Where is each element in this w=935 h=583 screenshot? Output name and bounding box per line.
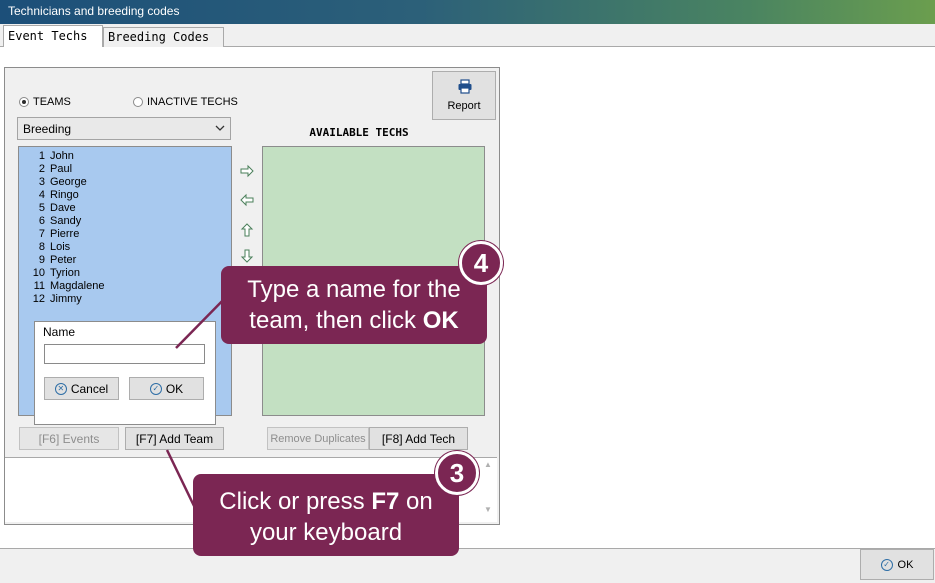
- radio-teams[interactable]: TEAMS: [19, 96, 71, 108]
- name-label: Name: [43, 325, 76, 339]
- step3-line1: Click or press F7 on: [219, 488, 433, 515]
- step3-callout: Click or press F7 on your keyboard: [193, 474, 459, 556]
- team-name-input[interactable]: [44, 344, 205, 364]
- team-number: 4: [38, 189, 45, 201]
- move-up-arrow-icon[interactable]: [239, 222, 255, 238]
- cancel-label: Cancel: [70, 381, 109, 396]
- check-icon: ✓: [880, 558, 893, 571]
- add-tech-button[interactable]: [F8] Add Tech: [369, 427, 468, 450]
- radio-inactive-label: INACTIVE TECHS: [147, 96, 238, 108]
- team-number: 5: [38, 202, 45, 214]
- team-name: Tyrion: [50, 267, 80, 279]
- radio-teams-indicator: [19, 97, 29, 107]
- team-name: Peter: [50, 254, 77, 266]
- ok-button[interactable]: ✓ OK: [860, 549, 934, 580]
- team-number: 10: [32, 267, 45, 279]
- team-row[interactable]: 8 Lois: [19, 241, 70, 254]
- report-label: Report: [447, 100, 481, 112]
- team-number: 12: [32, 293, 45, 305]
- team-row[interactable]: 5 Dave: [19, 202, 76, 215]
- team-name: George: [50, 176, 87, 188]
- tab-event-techs[interactable]: Event Techs: [3, 25, 103, 47]
- move-left-arrow-icon[interactable]: [239, 192, 255, 208]
- team-name: Pierre: [50, 228, 80, 240]
- team-name: Sandy: [50, 215, 82, 227]
- available-techs-title: AVAILABLE TECHS: [309, 126, 409, 139]
- report-button[interactable]: Report: [432, 71, 496, 120]
- team-name: Dave: [50, 202, 76, 214]
- team-row[interactable]: 1 John: [19, 150, 74, 163]
- events-button[interactable]: [F6] Events: [19, 427, 119, 450]
- team-name: Magdalene: [50, 280, 105, 292]
- team-number: 3: [38, 176, 45, 188]
- team-name-popup: Name ✕ Cancel ✓ OK: [34, 321, 216, 425]
- dropdown-value: Breeding: [23, 122, 72, 136]
- team-row[interactable]: 4 Ringo: [19, 189, 79, 202]
- chevron-down-icon: [214, 122, 226, 137]
- printer-icon: [457, 79, 473, 95]
- step4-line2: team, then click OK: [249, 307, 459, 334]
- scroll-down-icon[interactable]: ▼: [481, 505, 495, 514]
- ok-label: OK: [897, 558, 914, 571]
- radio-teams-label: TEAMS: [33, 96, 71, 108]
- team-row[interactable]: 3 George: [19, 176, 87, 189]
- move-down-arrow-icon[interactable]: [239, 248, 255, 264]
- step3-line2: your keyboard: [249, 519, 403, 546]
- team-name: Jimmy: [50, 293, 82, 305]
- scrollbar[interactable]: ▲ ▼: [481, 460, 495, 520]
- team-name: Ringo: [50, 189, 79, 201]
- tab-breeding-codes[interactable]: Breeding Codes: [103, 27, 224, 47]
- step4-badge: 4: [459, 241, 503, 285]
- team-row[interactable]: 11 Magdalene: [19, 280, 105, 293]
- team-name: John: [50, 150, 74, 162]
- team-number: 7: [38, 228, 45, 240]
- add-team-button[interactable]: [F7] Add Team: [125, 427, 224, 450]
- cancel-icon: ✕: [54, 382, 67, 395]
- team-row[interactable]: 2 Paul: [19, 163, 72, 176]
- popup-ok-label: OK: [165, 381, 184, 396]
- team-name: Paul: [50, 163, 73, 175]
- check-icon: ✓: [149, 382, 162, 395]
- window-title: Technicians and breeding codes: [8, 4, 180, 18]
- team-name: Lois: [50, 241, 71, 253]
- scroll-up-icon[interactable]: ▲: [481, 460, 495, 469]
- team-row[interactable]: 7 Pierre: [19, 228, 79, 241]
- team-number: 2: [38, 163, 45, 175]
- cancel-button[interactable]: ✕ Cancel: [44, 377, 119, 400]
- remove-duplicates-button[interactable]: Remove Duplicates: [267, 427, 369, 450]
- status-bar: [0, 548, 935, 583]
- team-row[interactable]: 12 Jimmy: [19, 293, 82, 306]
- event-type-dropdown[interactable]: Breeding: [17, 117, 231, 140]
- radio-inactive-indicator: [133, 97, 143, 107]
- team-number: 6: [38, 215, 45, 227]
- step4-callout: Type a name for the team, then click OK: [221, 266, 487, 344]
- team-number: 11: [33, 280, 45, 292]
- radio-inactive-techs[interactable]: INACTIVE TECHS: [133, 96, 238, 108]
- team-number: 1: [38, 150, 45, 162]
- popup-ok-button[interactable]: ✓ OK: [129, 377, 204, 400]
- team-number: 8: [38, 241, 45, 253]
- title-bar: Technicians and breeding codes: [0, 0, 935, 24]
- team-number: 9: [38, 254, 45, 266]
- team-row[interactable]: 10 Tyrion: [19, 267, 80, 280]
- step4-line1: Type a name for the: [247, 276, 461, 303]
- move-right-arrow-icon[interactable]: [239, 163, 255, 179]
- team-row[interactable]: 9 Peter: [19, 254, 76, 267]
- team-row[interactable]: 6 Sandy: [19, 215, 81, 228]
- step3-badge: 3: [435, 451, 479, 495]
